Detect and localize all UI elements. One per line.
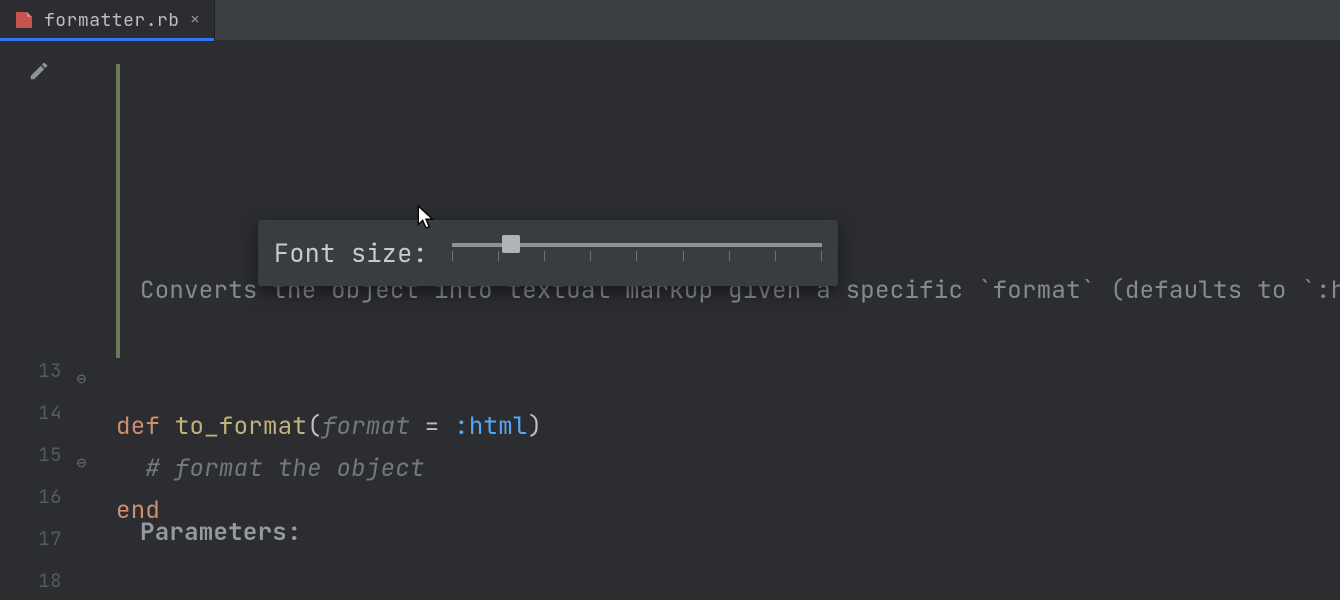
keyword-end: end: [116, 495, 160, 526]
editor-area: 13 14 15 16 17 18 ⊖ ⊖ Converts the objec…: [0, 40, 1340, 600]
line-number-gutter: 13 14 15 16 17 18: [0, 40, 72, 600]
line-number: 17: [0, 518, 72, 560]
method-name: to_format: [175, 411, 307, 442]
keyword-def: def: [116, 411, 160, 442]
tab-bar: formatter.rb ×: [0, 0, 1340, 40]
mouse-cursor-icon: [416, 204, 438, 235]
fold-toggle-close-icon[interactable]: ⊖: [76, 454, 87, 471]
font-size-label: Font size:: [274, 232, 428, 274]
fold-toggle-open-icon[interactable]: ⊖: [76, 370, 87, 387]
line-number: 15: [0, 434, 72, 476]
doc-comment-marker: [116, 64, 120, 358]
line-number: 18: [0, 560, 72, 600]
ruby-file-icon: [14, 10, 34, 30]
line-number: 16: [0, 476, 72, 518]
file-tab-formatter[interactable]: formatter.rb ×: [0, 0, 215, 40]
code-canvas[interactable]: Converts the object into textual markup …: [100, 40, 1340, 600]
comment-line: # format the object: [145, 453, 424, 484]
slider-thumb[interactable]: [502, 235, 520, 253]
fold-gutter: ⊖ ⊖: [72, 40, 100, 600]
file-tab-title: formatter.rb: [44, 9, 180, 32]
line-number: 14: [0, 392, 72, 434]
close-tab-icon[interactable]: ×: [190, 11, 201, 29]
font-size-popup: Font size:: [258, 220, 838, 286]
param-name: format: [322, 411, 410, 442]
edit-doc-icon[interactable]: [28, 60, 50, 87]
font-size-slider[interactable]: [452, 233, 822, 273]
line-number: 13: [0, 350, 72, 392]
